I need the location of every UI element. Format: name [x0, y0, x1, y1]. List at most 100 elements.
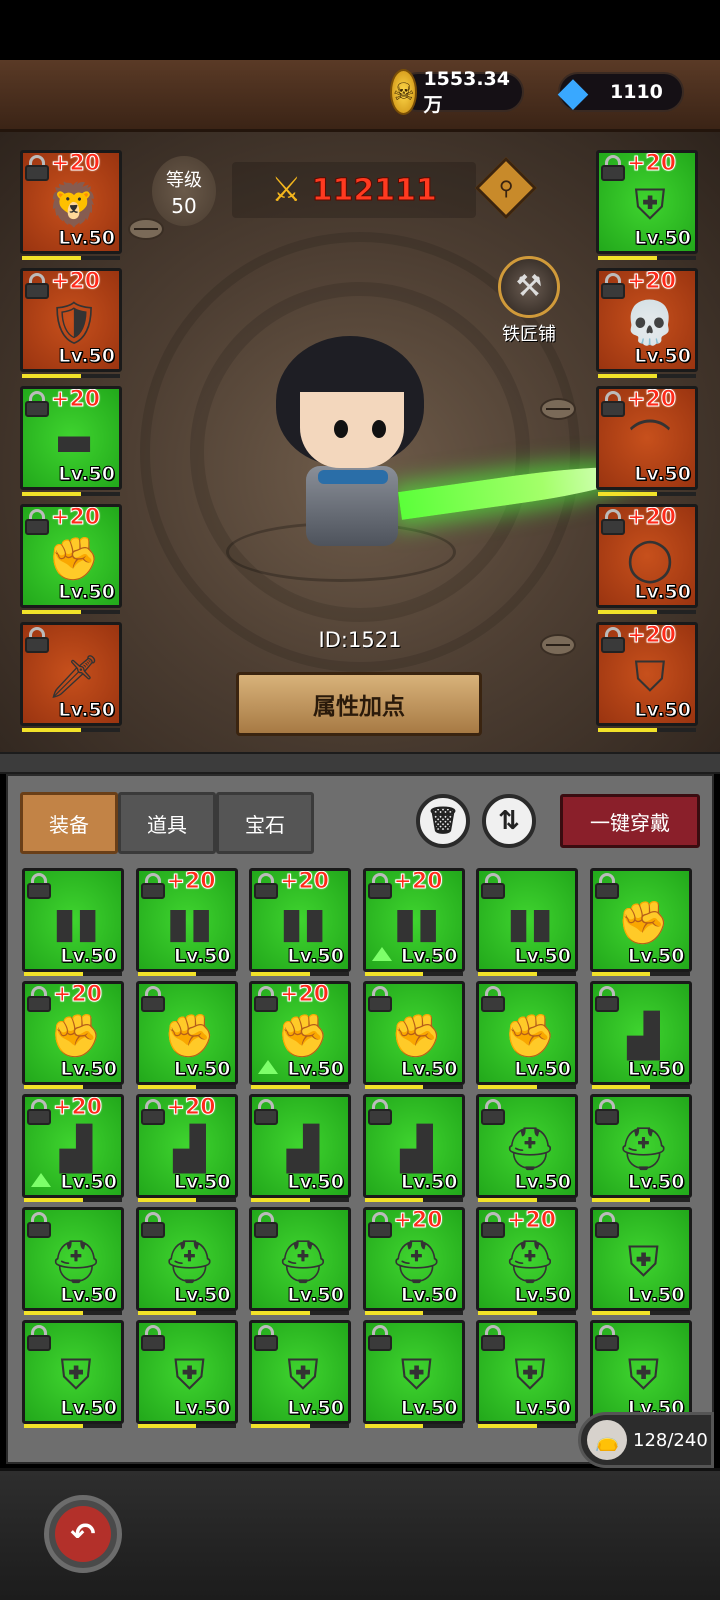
equipment-slot[interactable]: ▮▮ Lv.50 — [22, 868, 124, 972]
equipment-slot[interactable]: ⛨ Lv.50 — [476, 1320, 578, 1424]
item-level: Lv.50 — [58, 699, 116, 722]
equipment-slot[interactable]: ⛑ Lv.50 — [249, 1207, 351, 1311]
equipment-slot[interactable]: ▬ +20 Lv.50 — [20, 386, 122, 490]
lock-icon — [27, 1099, 51, 1125]
gold-counter[interactable]: ☠ 1553.34万 — [390, 68, 524, 116]
equipment-slot[interactable]: ⛑ +20 Lv.50 — [476, 1207, 578, 1311]
item-level: Lv.50 — [287, 1397, 345, 1420]
equipment-slot[interactable]: ✊ +20 Lv.50 — [249, 981, 351, 1085]
red-chest-armor-icon: ⛨ — [514, 1350, 546, 1399]
item-level: Lv.50 — [400, 1058, 458, 1081]
blacksmith-button[interactable]: ⚒ 铁匠铺 — [494, 256, 564, 346]
equipment-slot[interactable]: ✊ Lv.50 — [135, 981, 238, 1085]
progress-bar — [137, 972, 236, 976]
enhance-level: +20 — [626, 151, 677, 177]
equipment-slot[interactable]: ⛉ +20 Lv.50 — [596, 622, 698, 726]
chest-armor-icon: ⛨ — [287, 1350, 319, 1399]
item-level: Lv.50 — [173, 1397, 231, 1420]
enhance-level: +20 — [50, 269, 101, 295]
equipment-slot[interactable]: ▮▮ +20 Lv.50 — [362, 868, 465, 972]
crossed-swords-icon: ⚔ — [271, 170, 302, 210]
equip-all-button[interactable]: 一键穿戴 — [560, 794, 700, 848]
equipment-slot[interactable]: ▟ +20 Lv.50 — [22, 1094, 124, 1198]
eye-toggle-icon[interactable] — [128, 218, 164, 240]
item-level: Lv.50 — [173, 1284, 231, 1307]
lock-icon — [481, 873, 505, 899]
horn-icon: ⌒ — [628, 416, 671, 465]
equipment-slot[interactable]: ⛨ Lv.50 — [362, 1320, 465, 1424]
gold-chest-armor-icon: ⛨ — [400, 1350, 433, 1399]
lock-icon — [140, 1325, 165, 1351]
equipment-slot[interactable]: ✊ Lv.50 — [589, 868, 692, 972]
equipment-slot[interactable]: 🛡 +20 Lv.50 — [20, 268, 122, 372]
item-level: Lv.50 — [400, 945, 458, 968]
equipment-slot[interactable]: 💀 +20 Lv.50 — [596, 268, 698, 372]
back-button[interactable]: ↶ — [44, 1495, 122, 1573]
sort-button[interactable]: ⇅ — [482, 794, 536, 848]
enhance-level: +20 — [393, 1208, 443, 1234]
equipment-slot[interactable]: ✊ +20 Lv.50 — [20, 504, 122, 608]
lock-icon — [367, 1212, 392, 1238]
equipment-slot[interactable]: ⛨ Lv.50 — [589, 1320, 692, 1424]
lock-icon — [601, 155, 625, 181]
equipment-slot[interactable]: ⛨ Lv.50 — [589, 1207, 692, 1311]
equipment-slot[interactable]: ⌒ +20 Lv.50 — [596, 386, 698, 490]
enhance-level: +20 — [279, 982, 330, 1008]
equipment-slot[interactable]: ▟ +20 Lv.50 — [135, 1094, 238, 1198]
item-level: Lv.50 — [627, 1284, 685, 1307]
equipment-slot[interactable]: ◯ +20 Lv.50 — [596, 504, 698, 608]
item-level: Lv.50 — [400, 1284, 458, 1307]
tab-gems[interactable]: 宝石 — [216, 792, 314, 854]
tab-equipment[interactable]: 装备 — [20, 792, 118, 854]
lock-icon — [594, 1099, 619, 1125]
progress-bar — [22, 492, 120, 496]
progress-bar — [478, 1198, 576, 1202]
equipment-slot[interactable]: 🗡 Lv.50 — [20, 622, 122, 726]
lock-icon — [140, 873, 165, 899]
lock-icon — [601, 273, 625, 299]
equipment-slot[interactable]: ▮▮ +20 Lv.50 — [249, 868, 351, 972]
equipment-slot[interactable]: ⛑ Lv.50 — [22, 1207, 124, 1311]
progress-bar — [251, 1085, 349, 1089]
attribute-points-button[interactable]: 属性加点 — [236, 672, 482, 736]
eye-toggle-icon[interactable] — [540, 398, 576, 420]
lock-icon — [254, 1099, 278, 1125]
equipment-slot[interactable]: ▟ Lv.50 — [589, 981, 692, 1085]
gem-counter[interactable]: ◆ 1110 — [558, 69, 684, 115]
equipment-slot[interactable]: ▮▮ Lv.50 — [476, 868, 578, 972]
equipment-slot[interactable]: ✊ Lv.50 — [362, 981, 465, 1085]
progress-bar — [251, 1198, 349, 1202]
equipment-slot[interactable]: ✊ +20 Lv.50 — [22, 981, 124, 1085]
lock-icon — [367, 873, 392, 899]
equipment-slot[interactable]: ▟ Lv.50 — [249, 1094, 351, 1198]
equipment-slot[interactable]: ▟ Lv.50 — [362, 1094, 465, 1198]
equipment-slot[interactable]: ⛨ Lv.50 — [135, 1320, 238, 1424]
equipment-slot[interactable]: ▮▮ +20 Lv.50 — [135, 868, 238, 972]
progress-bar — [364, 972, 463, 976]
white-pants-icon: ▮▮ — [506, 898, 554, 947]
tab-items[interactable]: 道具 — [118, 792, 216, 854]
bag-capacity[interactable]: 👝 128/240 — [578, 1412, 714, 1468]
lock-icon — [27, 873, 51, 899]
key-icon: ⚲ — [498, 176, 514, 200]
item-level: Lv.50 — [287, 1171, 345, 1194]
enhance-level: +20 — [626, 505, 677, 531]
progress-bar — [364, 1311, 463, 1315]
equipment-slot[interactable]: ✊ Lv.50 — [476, 981, 578, 1085]
equipment-slot[interactable]: ⛨ +20 Lv.50 — [596, 150, 698, 254]
gold-value: 1553.34万 — [423, 67, 510, 116]
progress-bar — [598, 728, 696, 732]
equipment-slot[interactable]: ⛨ Lv.50 — [249, 1320, 351, 1424]
equipment-slot[interactable]: ⛑ Lv.50 — [589, 1094, 692, 1198]
equipment-slot[interactable]: ⛑ Lv.50 — [476, 1094, 578, 1198]
equipment-slot[interactable]: ⛑ +20 Lv.50 — [362, 1207, 465, 1311]
trash-button[interactable]: 🗑 — [416, 794, 470, 848]
lock-icon — [481, 1325, 505, 1351]
progress-bar — [591, 1311, 690, 1315]
enhance-level: +20 — [626, 269, 677, 295]
equipment-slot[interactable]: ⛑ Lv.50 — [135, 1207, 238, 1311]
equipment-slot[interactable]: ⛨ Lv.50 — [22, 1320, 124, 1424]
equipment-slot[interactable]: 🦁 +20 Lv.50 — [20, 150, 122, 254]
progress-bar — [22, 728, 120, 732]
progress-bar — [251, 1311, 349, 1315]
